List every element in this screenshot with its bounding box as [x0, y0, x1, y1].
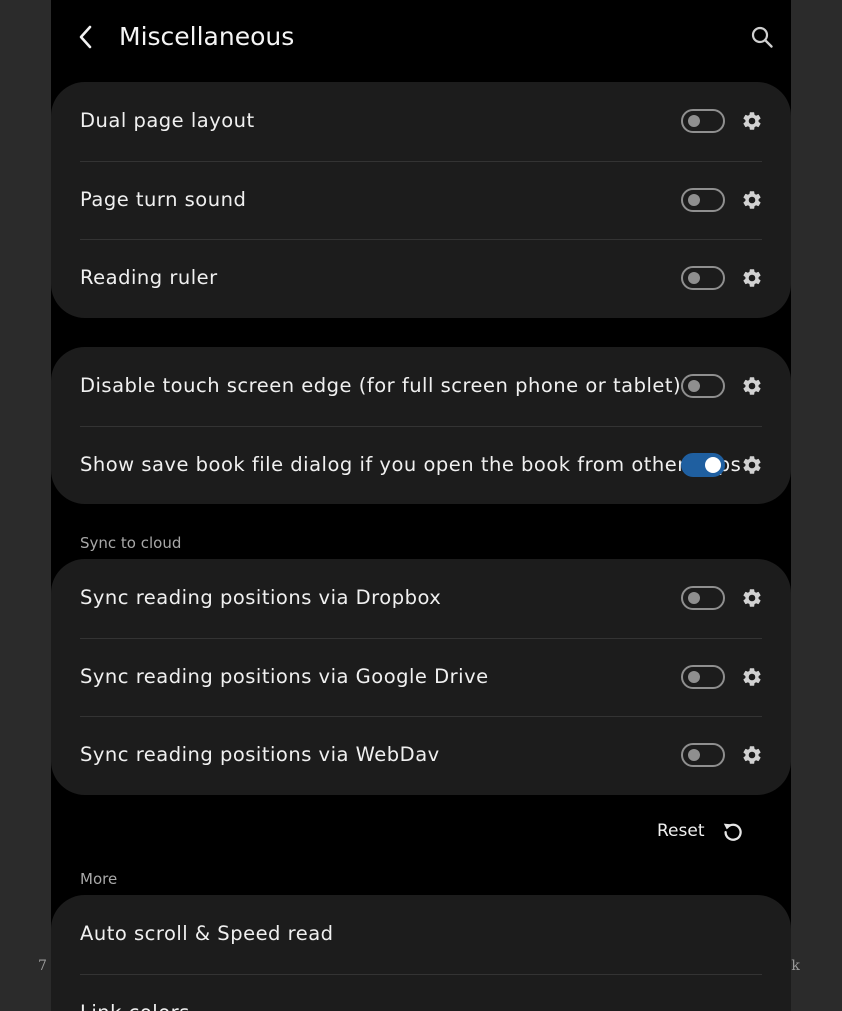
toggle-knob — [688, 592, 700, 604]
setting-label: Sync reading positions via Dropbox — [80, 586, 442, 609]
sync-webdav-toggle[interactable] — [681, 743, 725, 767]
gear-icon[interactable] — [741, 375, 763, 397]
toggle-knob — [688, 670, 700, 683]
setting-label: Disable touch screen edge (for full scre… — [80, 374, 682, 397]
settings-card-general: Dual page layout Page turn sound Reading… — [51, 82, 791, 318]
section-label-more: More — [80, 870, 118, 888]
setting-row-sync-google-drive[interactable]: Sync reading positions via Google Drive — [51, 637, 791, 717]
gear-icon[interactable] — [741, 189, 763, 211]
settings-screen: Miscellaneous Dual page layout Page turn… — [51, 0, 791, 1011]
chevron-left-icon — [79, 25, 92, 49]
setting-label: Dual page layout — [80, 109, 255, 132]
gear-icon[interactable] — [741, 454, 763, 476]
sync-dropbox-toggle[interactable] — [681, 586, 725, 610]
reading-ruler-toggle[interactable] — [681, 266, 725, 290]
gear-icon[interactable] — [741, 587, 763, 609]
setting-row-disable-touch-edge[interactable]: Disable touch screen edge (for full scre… — [51, 347, 791, 426]
setting-row-reading-ruler[interactable]: Reading ruler — [51, 239, 791, 318]
gear-icon[interactable] — [741, 267, 763, 289]
back-button[interactable] — [71, 20, 101, 54]
setting-row-dual-page-layout[interactable]: Dual page layout — [51, 82, 791, 161]
setting-row-sync-dropbox[interactable]: Sync reading positions via Dropbox — [51, 559, 791, 638]
disable-touch-edge-toggle[interactable] — [681, 374, 725, 398]
setting-label: Reading ruler — [80, 266, 218, 289]
app-header: Miscellaneous — [51, 0, 791, 76]
settings-card-sync: Sync reading positions via Dropbox Sync … — [51, 559, 791, 795]
menu-row-auto-scroll[interactable]: Auto scroll & Speed read — [51, 895, 791, 974]
reset-button[interactable]: Reset — [657, 812, 745, 850]
settings-card-behavior: Disable touch screen edge (for full scre… — [51, 347, 791, 504]
search-icon — [751, 26, 773, 48]
show-save-dialog-toggle[interactable] — [681, 452, 725, 477]
menu-row-link-colors[interactable]: Link colors — [51, 973, 791, 1011]
toggle-knob — [688, 272, 700, 284]
toggle-knob — [688, 749, 700, 761]
menu-label: Link colors — [80, 974, 190, 1011]
search-button[interactable] — [745, 20, 779, 54]
settings-card-more: Auto scroll & Speed read Link colors — [51, 895, 791, 1011]
toggle-knob — [688, 193, 700, 206]
setting-label: Sync reading positions via WebDav — [80, 743, 440, 766]
setting-label: Sync reading positions via Google Drive — [80, 664, 489, 688]
reset-icon — [723, 823, 742, 841]
menu-label: Auto scroll & Speed read — [80, 922, 334, 945]
page-title: Miscellaneous — [119, 22, 295, 51]
gear-icon[interactable] — [741, 110, 763, 132]
toggle-knob — [688, 115, 700, 127]
gear-icon[interactable] — [741, 666, 763, 688]
toggle-knob — [705, 456, 721, 473]
page-turn-sound-toggle[interactable] — [681, 187, 725, 212]
setting-row-page-turn-sound[interactable]: Page turn sound — [51, 160, 791, 240]
section-label-sync: Sync to cloud — [80, 534, 182, 552]
dual-page-layout-toggle[interactable] — [681, 109, 725, 133]
setting-row-show-save-dialog[interactable]: Show save book file dialog if you open t… — [51, 425, 791, 505]
toggle-knob — [688, 380, 700, 392]
setting-label: Page turn sound — [80, 187, 247, 211]
setting-label: Show save book file dialog if you open t… — [80, 452, 742, 476]
gear-icon[interactable] — [741, 744, 763, 766]
reset-label: Reset — [657, 821, 705, 841]
sync-google-drive-toggle[interactable] — [681, 664, 725, 689]
background-text-left: 7 — [38, 958, 47, 974]
setting-row-sync-webdav[interactable]: Sync reading positions via WebDav — [51, 716, 791, 795]
